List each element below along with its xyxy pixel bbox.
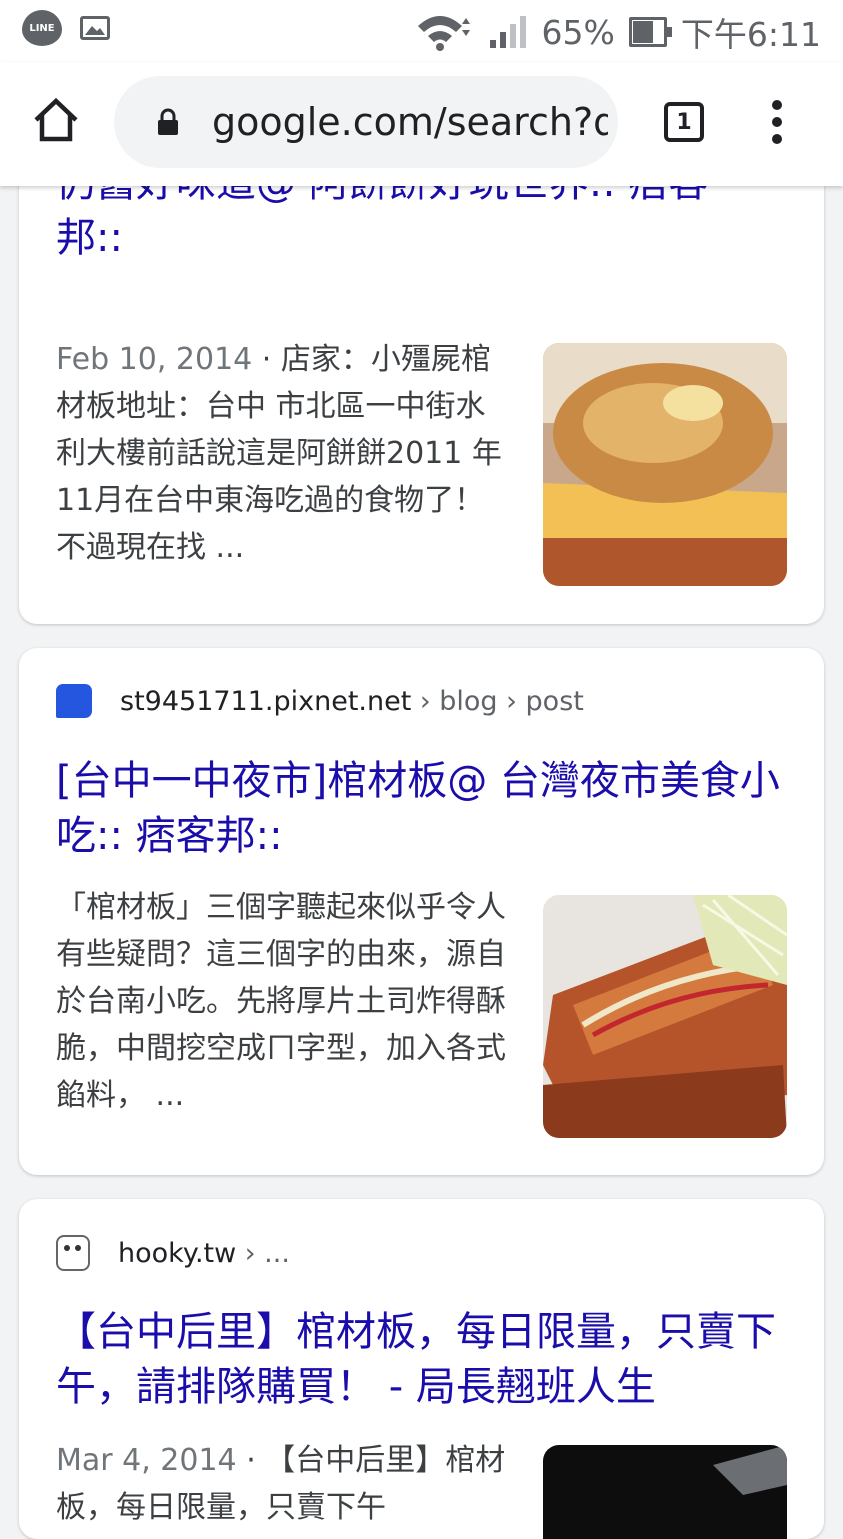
result-url: hooky.tw › ... (118, 1238, 290, 1269)
result-site: hooky.tw (118, 1237, 237, 1269)
result-breadcrumbs: › blog › post (411, 685, 584, 717)
home-icon[interactable] (32, 96, 80, 144)
clock: 下午6:11 (680, 15, 821, 54)
address-bar[interactable]: google.com/search?q= (114, 76, 618, 168)
system-indicators: 65% 下午6:11 (416, 8, 821, 56)
result-date: Mar 4, 2014 (56, 1443, 237, 1478)
result-site: st9451711.pixnet.net (120, 685, 412, 717)
gallery-icon (80, 16, 110, 40)
hooky-favicon-icon (56, 1235, 90, 1271)
result-snippet: 「棺材板」三個字聽起來似乎令人有些疑問？這三個字的由來，源自於台南小吃。先將厚片… (56, 890, 506, 1113)
search-result-card: hooky.tw › ... 【台中后里】棺材板，每日限量，只賣下午，請排隊購買… (19, 1199, 824, 1539)
fried-toast-image[interactable] (543, 343, 787, 586)
result-source[interactable]: hooky.tw › ... (56, 1235, 290, 1271)
result-title-line-2: 邦:: (56, 215, 123, 261)
result-snippet: Mar 4, 2014 · 【台中后里】棺材板，每日限量，只賣下午 (56, 1437, 506, 1531)
url-text: google.com/search?q= (212, 100, 608, 144)
result-date: Feb 10, 2014 (56, 342, 253, 377)
result-title-link[interactable]: 【台中后里】棺材板，每日限量，只賣下午，請排隊購買！ - 局長翹班人生 (56, 1305, 796, 1415)
dark-photo-image[interactable] (543, 1445, 787, 1539)
status-bar: LINE 65% 下午6:11 (0, 0, 843, 62)
line-app-icon: LINE (22, 10, 62, 46)
result-title-link[interactable]: [台中一中夜市]棺材板@ 台灣夜市美食小吃:: 痞客邦:: (56, 754, 796, 864)
search-result-card: 仍舊好味道@ 阿餅餅好玩世界:: 痞客 邦:: Feb 10, 2014 · 店… (19, 150, 824, 624)
result-breadcrumbs: › ... (236, 1237, 290, 1269)
result-snippet: Feb 10, 2014 · 店家：小殭屍棺材板地址：台中 市北區一中街水利大樓… (56, 336, 506, 571)
result-source[interactable]: st9451711.pixnet.net › blog › post (56, 684, 584, 718)
result-url: st9451711.pixnet.net › blog › post (120, 686, 584, 717)
browser-toolbar: google.com/search?q= 1 (0, 62, 843, 186)
tab-switcher-button[interactable]: 1 (664, 102, 704, 142)
battery-icon (628, 17, 672, 47)
coffin-bread-image[interactable] (543, 895, 787, 1138)
wifi-icon (417, 16, 470, 51)
pixnet-favicon-icon (56, 684, 92, 718)
battery-percent: 65% (541, 12, 615, 52)
overflow-menu-icon[interactable] (770, 100, 784, 146)
search-result-card: st9451711.pixnet.net › blog › post [台中一中… (19, 648, 824, 1175)
signal-icon (489, 16, 526, 48)
lock-icon (158, 108, 178, 135)
notification-icons: LINE (22, 10, 110, 46)
